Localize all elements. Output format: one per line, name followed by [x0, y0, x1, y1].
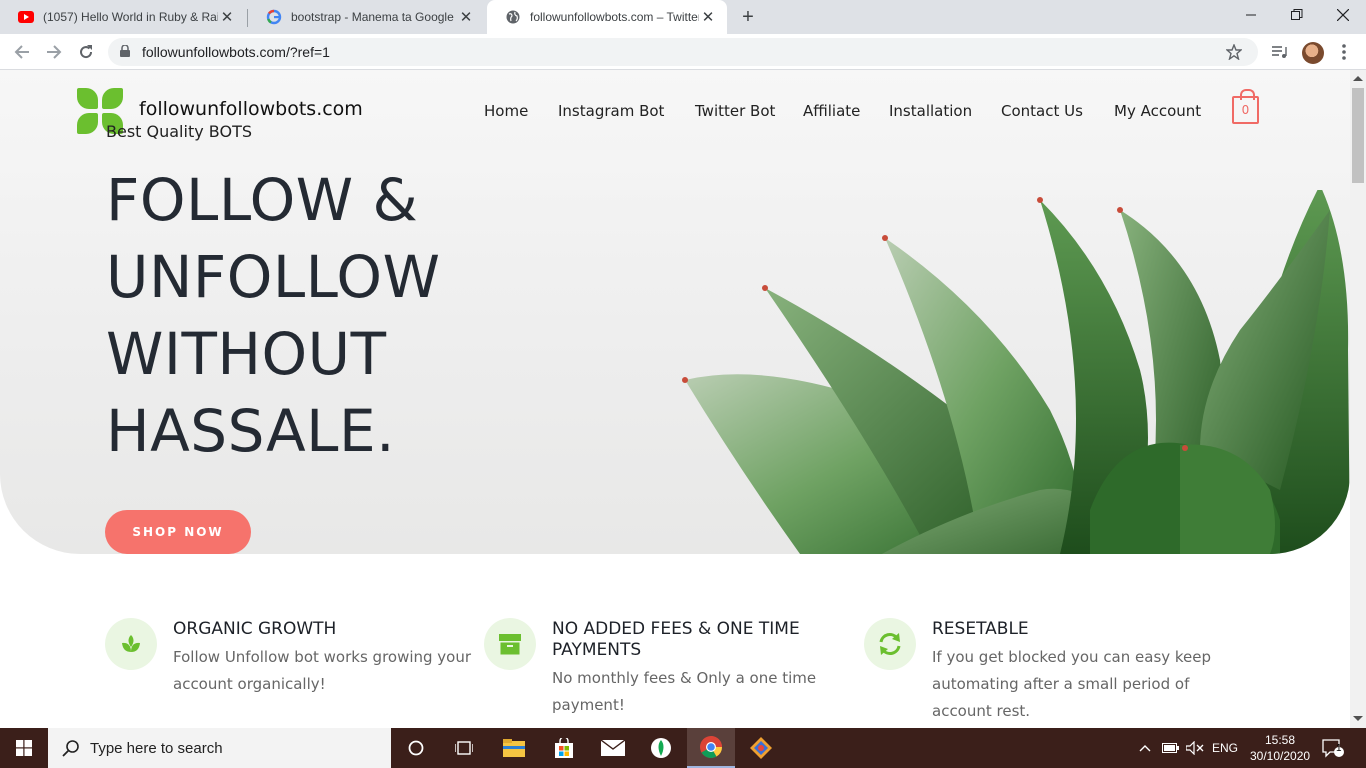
feature-text: If you get blocked you can easy keep aut…: [932, 648, 1212, 720]
windows-taskbar: Type here to search ENG 15:58 30/10/2020…: [0, 728, 1366, 768]
tab-title: followunfollowbots.com – Twitter: [530, 10, 699, 24]
taskbar-search[interactable]: Type here to search: [48, 728, 391, 768]
hero-line: WITHOUT: [106, 320, 387, 388]
forward-icon[interactable]: [42, 40, 66, 64]
nav-contact-us[interactable]: Contact Us: [1001, 102, 1083, 120]
cart-icon[interactable]: 0: [1232, 89, 1259, 124]
git-kraken-icon[interactable]: [737, 728, 785, 768]
hero-line: FOLLOW &: [106, 166, 419, 234]
microsoft-store-icon[interactable]: [540, 728, 588, 768]
box-icon: [484, 618, 536, 670]
nav-instagram-bot[interactable]: Instagram Bot: [558, 102, 664, 120]
feature-title: RESETABLE: [932, 619, 1029, 639]
close-tab-icon[interactable]: ✕: [457, 8, 475, 26]
new-tab-icon[interactable]: +: [737, 6, 759, 28]
hero-line: HASSALE.: [106, 397, 396, 465]
notification-count: 1: [1336, 743, 1342, 754]
tab-title: (1057) Hello World in Ruby & Rails: [43, 10, 218, 24]
cortana-icon[interactable]: [392, 728, 440, 768]
menu-kebab-icon[interactable]: [1334, 42, 1354, 62]
close-tab-icon[interactable]: ✕: [699, 8, 717, 26]
search-icon: [62, 740, 79, 757]
mail-icon[interactable]: [589, 728, 637, 768]
back-icon[interactable]: [10, 40, 34, 64]
tab-youtube[interactable]: (1057) Hello World in Ruby & Rails ✕: [0, 0, 246, 34]
close-window-icon[interactable]: [1320, 0, 1366, 30]
language-indicator[interactable]: ENG: [1212, 728, 1238, 768]
browser-toolbar: followunfollowbots.com/?ref=1: [0, 34, 1366, 70]
windows-start-icon[interactable]: [0, 728, 48, 768]
url-text: followunfollowbots.com/?ref=1: [142, 44, 330, 60]
feature-title: ORGANIC GROWTH: [173, 619, 337, 639]
feature-text: No monthly fees & Only a one time paymen…: [552, 669, 817, 714]
cart-count: 0: [1241, 103, 1250, 117]
feature-text: Follow Unfollow bot works growing your a…: [173, 648, 472, 693]
nav-home[interactable]: Home: [484, 102, 528, 120]
scroll-down-icon[interactable]: [1353, 716, 1363, 721]
restore-icon[interactable]: [1274, 0, 1320, 30]
notification-center-icon[interactable]: 1: [1322, 728, 1344, 768]
bookmark-star-icon[interactable]: [1225, 43, 1243, 63]
site-tagline: Best Quality BOTS: [106, 122, 252, 141]
mongodb-compass-icon[interactable]: [637, 728, 685, 768]
hero-line: UNFOLLOW: [106, 243, 441, 311]
hero-headline: FOLLOW & UNFOLLOW WITHOUT HASSALE.: [106, 162, 440, 470]
site-title[interactable]: followunfollowbots.com: [139, 98, 363, 120]
web-page: followunfollowbots.com Best Quality BOTS…: [0, 70, 1350, 728]
tab-google[interactable]: bootstrap - Manema ta Google ✕: [248, 0, 485, 34]
nav-twitter-bot[interactable]: Twitter Bot: [695, 102, 775, 120]
hero-section: followunfollowbots.com Best Quality BOTS…: [0, 70, 1350, 554]
minimize-icon[interactable]: [1228, 0, 1274, 30]
show-hidden-icons[interactable]: [1138, 728, 1152, 768]
system-clock[interactable]: 15:58 30/10/2020: [1250, 732, 1310, 764]
clock-date: 30/10/2020: [1250, 749, 1311, 763]
address-bar[interactable]: followunfollowbots.com/?ref=1: [108, 38, 1258, 66]
refresh-icon: [864, 618, 916, 670]
shop-now-button[interactable]: SHOP NOW: [105, 510, 251, 554]
youtube-icon: [18, 9, 34, 25]
chrome-icon[interactable]: [687, 728, 735, 768]
google-icon: [266, 9, 282, 25]
scrollbar-thumb[interactable]: [1352, 88, 1364, 183]
nav-my-account[interactable]: My Account: [1114, 102, 1201, 120]
nav-affiliate[interactable]: Affiliate: [803, 102, 860, 120]
tab-followunfollowbots[interactable]: followunfollowbots.com – Twitter ✕: [487, 0, 727, 34]
search-placeholder: Type here to search: [90, 739, 223, 757]
tab-strip: (1057) Hello World in Ruby & Rails ✕ boo…: [0, 0, 1366, 34]
leaf-icon: [105, 618, 157, 670]
battery-icon[interactable]: [1162, 728, 1180, 768]
task-view-icon[interactable]: [440, 728, 488, 768]
clock-time: 15:58: [1264, 733, 1296, 747]
volume-muted-icon[interactable]: [1186, 728, 1204, 768]
close-tab-icon[interactable]: ✕: [218, 8, 236, 26]
feature-title: NO ADDED FEES & ONE TIME PAYMENTS: [552, 619, 800, 660]
file-explorer-icon[interactable]: [490, 728, 538, 768]
lock-icon: [120, 44, 130, 60]
globe-icon: [505, 9, 521, 25]
profile-avatar[interactable]: [1302, 42, 1324, 64]
tab-title: bootstrap - Manema ta Google: [291, 10, 454, 24]
succulent-plant-image: [682, 190, 1350, 554]
scroll-up-icon[interactable]: [1353, 76, 1363, 81]
page-scrollbar[interactable]: [1350, 70, 1366, 728]
nav-installation[interactable]: Installation: [889, 102, 972, 120]
media-controls-icon[interactable]: [1270, 42, 1290, 62]
reload-icon[interactable]: [74, 40, 98, 64]
